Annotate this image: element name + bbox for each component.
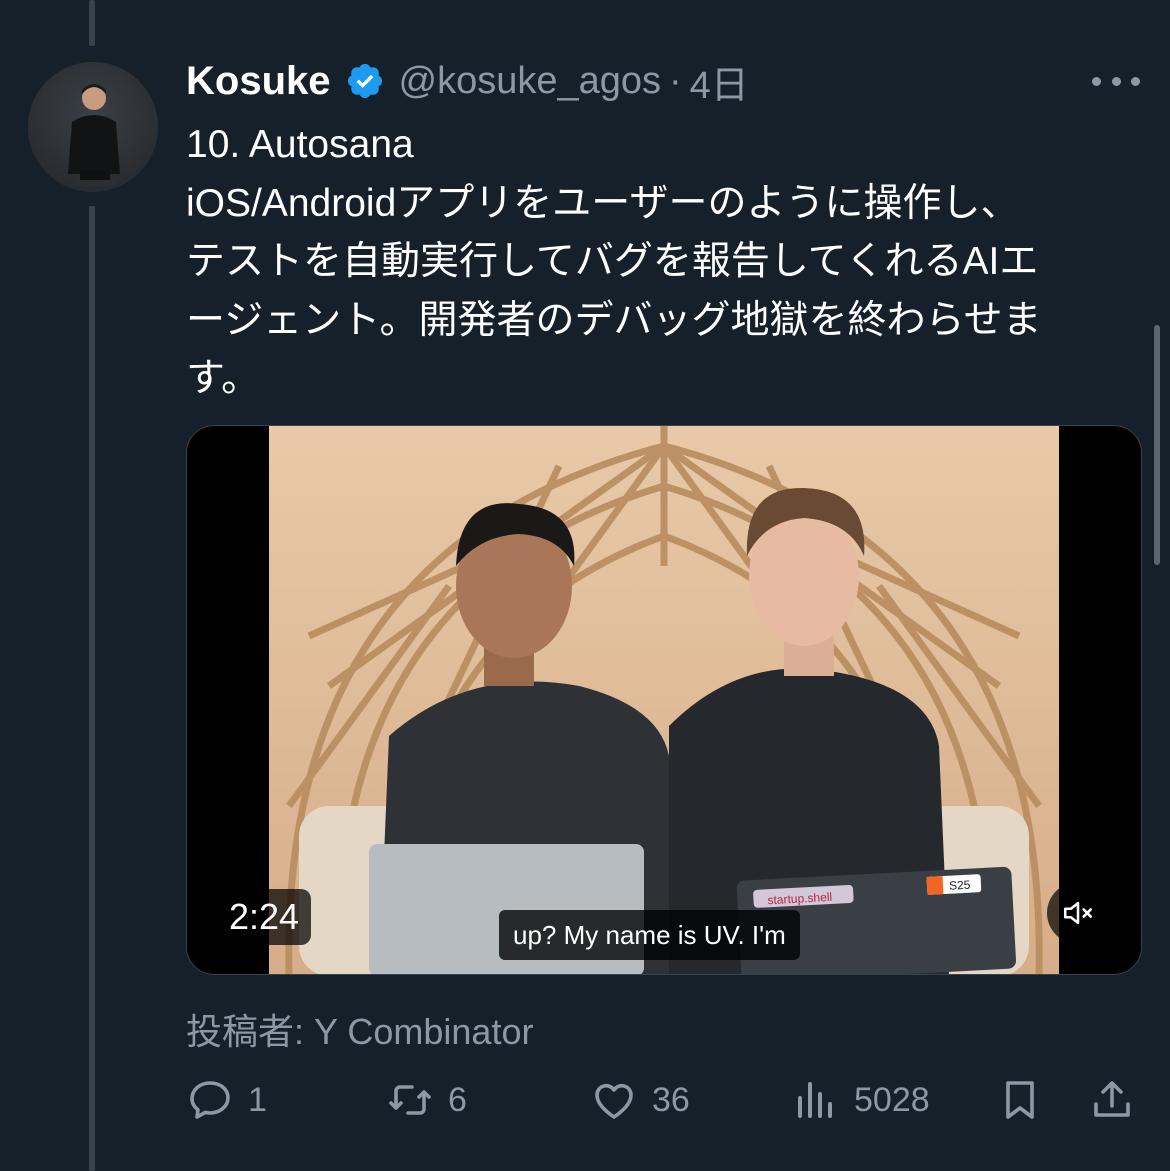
- video-player[interactable]: startup.shell S25 2:24 up? My name is UV…: [186, 425, 1142, 975]
- share-button[interactable]: [1088, 1068, 1136, 1132]
- separator-dot: ·: [669, 59, 682, 102]
- speaker-muted-icon: [1063, 901, 1093, 925]
- heart-icon: [595, 1083, 633, 1119]
- tweet-text-line: 10. Autosana: [186, 123, 414, 166]
- retweet-count: 6: [448, 1080, 467, 1119]
- like-count: 36: [652, 1080, 690, 1119]
- reply-count: 1: [248, 1080, 267, 1119]
- laptop-badge-text: S25: [949, 878, 971, 893]
- views-count: 5028: [854, 1080, 930, 1119]
- action-bar: 1 6 36 5028: [186, 1068, 1142, 1132]
- more-options-icon[interactable]: [1092, 66, 1140, 96]
- tweet-text-line: テストを自動実行してバグを報告してくれるAIエ: [186, 240, 1039, 283]
- author-handle[interactable]: @kosuke_agos: [399, 60, 662, 103]
- retweet-button[interactable]: 6: [386, 1068, 467, 1132]
- tweet-text: 10. Autosana iOS/Androidアプリをユーザーのように操作し、…: [186, 116, 1136, 409]
- views-icon: [798, 1082, 832, 1118]
- share-icon: [1094, 1081, 1130, 1117]
- tweet-header: Kosuke @kosuke_agos · 4日: [186, 52, 749, 110]
- scrollbar[interactable]: [1154, 325, 1160, 565]
- avatar[interactable]: [28, 62, 158, 192]
- views-button[interactable]: 5028: [792, 1068, 930, 1132]
- tweet-text-line: ージェント。開発者のデバッグ地獄を終わらせま: [186, 298, 1042, 342]
- video-source[interactable]: 投稿者: Y Combinator: [186, 1003, 533, 1055]
- reply-icon: [190, 1081, 230, 1119]
- retweet-icon: [389, 1085, 431, 1115]
- author-name[interactable]: Kosuke: [186, 59, 331, 104]
- video-caption: up? My name is UV. I'm: [499, 910, 800, 960]
- reply-button[interactable]: 1: [186, 1068, 267, 1132]
- video-frame: startup.shell S25: [269, 426, 1059, 974]
- mute-button[interactable]: [1047, 882, 1109, 944]
- tweet-text-line: す。: [186, 357, 261, 400]
- bookmark-button[interactable]: [996, 1068, 1044, 1132]
- tweet-text-line: iOS/Androidアプリをユーザーのように操作し、: [186, 181, 1020, 225]
- bookmark-icon: [1006, 1081, 1034, 1119]
- video-duration: 2:24: [217, 889, 312, 945]
- like-button[interactable]: 36: [590, 1068, 690, 1132]
- post-time[interactable]: 4日: [690, 54, 749, 109]
- thread-line-top: [89, 0, 95, 46]
- verified-badge-icon: [347, 63, 382, 99]
- avatar-image: [28, 62, 158, 192]
- thread-line-bottom: [89, 206, 95, 1171]
